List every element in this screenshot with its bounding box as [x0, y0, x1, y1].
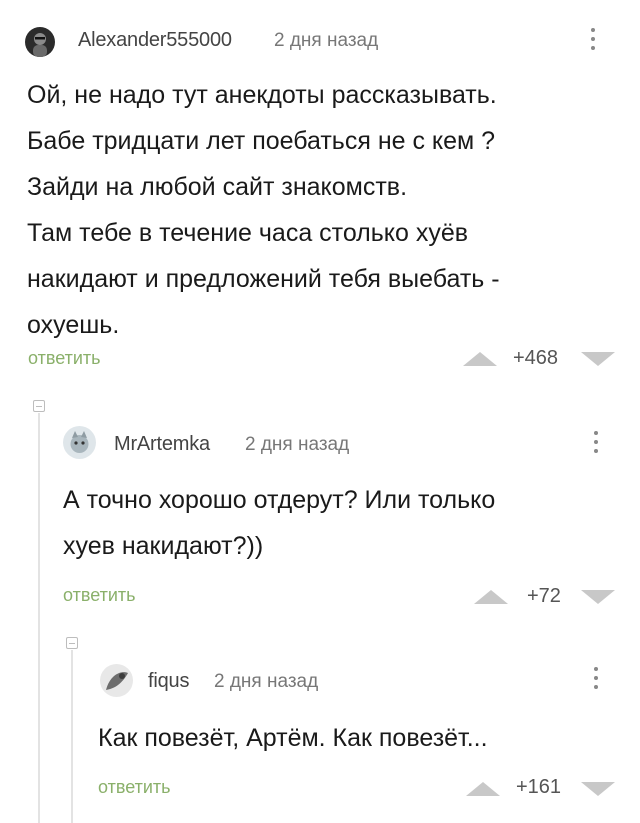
avatar[interactable] [25, 27, 55, 57]
comment-text-line: Зайди на любой сайт знакомств. [27, 173, 408, 201]
avatar[interactable] [63, 426, 96, 459]
comment-text: А точно хорошо отдерут? Или только хуев … [63, 477, 495, 569]
comment-text-line: А точно хорошо отдерут? Или только [63, 486, 496, 514]
rating-value: +161 [516, 776, 562, 798]
comment-text-line: хуев накидают?)) [63, 532, 264, 560]
downvote-icon[interactable] [581, 352, 615, 366]
more-icon[interactable] [594, 431, 598, 453]
comment-text-line: Ой, не надо тут анекдоты рассказывать. [27, 81, 497, 109]
reply-button[interactable]: ответить [28, 348, 101, 369]
comment-time: 2 дня назад [214, 671, 319, 692]
more-icon[interactable] [594, 667, 598, 689]
comment-text: Ой, не надо тут анекдоты рассказывать. Б… [27, 72, 500, 348]
comment-time: 2 дня назад [245, 434, 350, 455]
collapse-icon[interactable] [66, 637, 78, 649]
comment-text-line: Там тебе в течение часа столько хуёв [27, 219, 469, 247]
comment-text-line: Бабе тридцати лет поебаться не с кем ? [27, 127, 496, 155]
comment-text-line: охуешь. [27, 311, 120, 339]
upvote-icon[interactable] [474, 590, 508, 604]
rating-value: +468 [513, 347, 559, 369]
upvote-icon[interactable] [466, 782, 500, 796]
rating-value: +72 [527, 585, 561, 607]
comment-author[interactable]: MrArtemka [114, 433, 210, 456]
downvote-icon[interactable] [581, 590, 615, 604]
downvote-icon[interactable] [581, 782, 615, 796]
comment-text-line: накидают и предложений тебя выебать - [27, 265, 500, 293]
more-icon[interactable] [591, 28, 595, 50]
thread-line[interactable] [38, 413, 40, 823]
comment-text-line: Как повезёт, Артём. Как повезёт... [98, 724, 488, 752]
comment-time: 2 дня назад [274, 30, 379, 51]
avatar[interactable] [100, 664, 133, 697]
reply-button[interactable]: ответить [98, 777, 171, 798]
comment-author[interactable]: fiqus [148, 670, 189, 693]
comment-author[interactable]: Alexander555000 [78, 29, 232, 52]
comment-text: Как повезёт, Артём. Как повезёт... [98, 715, 488, 761]
thread-line[interactable] [71, 650, 73, 823]
collapse-icon[interactable] [33, 400, 45, 412]
reply-button[interactable]: ответить [63, 585, 136, 606]
upvote-icon[interactable] [463, 352, 497, 366]
